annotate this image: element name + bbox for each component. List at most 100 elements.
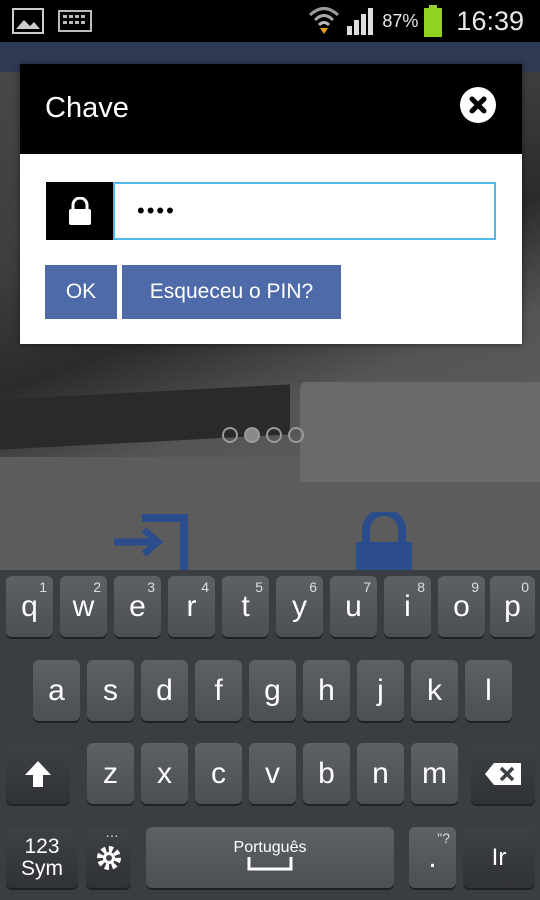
symbols-key-label-bottom: Sym <box>21 856 63 880</box>
carousel-dot[interactable] <box>266 427 282 443</box>
hero-laptop-shape <box>300 382 540 482</box>
battery-percent: 87% <box>382 10 419 31</box>
key-y[interactable]: 6y <box>276 576 323 637</box>
space-key[interactable]: Português <box>146 827 394 888</box>
key-label: v <box>265 756 280 790</box>
key-label: g <box>264 673 281 707</box>
key-r[interactable]: 4r <box>168 576 215 637</box>
more-hint: … <box>105 824 119 840</box>
carousel-dot[interactable] <box>288 427 304 443</box>
close-button[interactable] <box>460 87 496 123</box>
key-x[interactable]: x <box>141 743 188 804</box>
symbols-key[interactable]: 123 Sym <box>6 827 78 888</box>
battery-icon <box>424 5 443 37</box>
key-label: k <box>427 673 442 707</box>
wifi-icon <box>309 7 340 34</box>
pin-input[interactable] <box>113 182 496 240</box>
key-w[interactable]: 2w <box>60 576 107 637</box>
soft-keyboard: 1q 2w 3e 4r 5t 6y 7u 8i 9o 0p a s d f g … <box>0 570 540 900</box>
dialog-title: Chave <box>45 92 129 124</box>
key-label: o <box>453 589 470 623</box>
key-number-hint: 5 <box>255 579 263 595</box>
status-bar: 87% 16:39 <box>0 0 540 42</box>
key-g[interactable]: g <box>249 660 296 721</box>
key-z[interactable]: z <box>87 743 134 804</box>
space-bar-icon <box>247 856 293 870</box>
key-label: e <box>129 589 146 623</box>
pin-dialog: Chave OK Esqueceu o PIN? <box>20 64 522 344</box>
key-number-hint: 0 <box>521 579 529 595</box>
key-label: z <box>103 756 118 790</box>
key-t[interactable]: 5t <box>222 576 269 637</box>
image-icon <box>12 8 44 34</box>
key-label: s <box>103 673 118 707</box>
dialog-header: Chave <box>20 64 522 154</box>
lock-feature-icon[interactable] <box>352 512 416 572</box>
key-label: u <box>345 589 362 623</box>
period-hint: "? <box>437 830 450 846</box>
key-number-hint: 9 <box>471 579 479 595</box>
key-label: n <box>372 756 389 790</box>
key-u[interactable]: 7u <box>330 576 377 637</box>
key-m[interactable]: m <box>411 743 458 804</box>
key-label: j <box>377 673 384 707</box>
key-v[interactable]: v <box>249 743 296 804</box>
key-p[interactable]: 0p <box>490 576 535 637</box>
key-l[interactable]: l <box>465 660 512 721</box>
key-s[interactable]: s <box>87 660 134 721</box>
keyboard-icon <box>58 10 92 32</box>
shift-key[interactable] <box>6 743 70 804</box>
space-language-label: Português <box>233 838 307 856</box>
carousel-dot[interactable] <box>222 427 238 443</box>
forgot-pin-button[interactable]: Esqueceu o PIN? <box>122 265 341 319</box>
carousel-dots[interactable] <box>222 427 304 443</box>
pin-row <box>46 182 496 240</box>
key-number-hint: 2 <box>93 579 101 595</box>
go-key-label: Ir <box>491 843 507 871</box>
key-label: w <box>72 589 95 623</box>
shift-arrow-icon <box>25 760 51 787</box>
key-k[interactable]: k <box>411 660 458 721</box>
key-j[interactable]: j <box>357 660 404 721</box>
key-label: a <box>48 673 65 707</box>
key-h[interactable]: h <box>303 660 350 721</box>
login-icon[interactable] <box>112 512 188 572</box>
settings-key[interactable]: … <box>86 824 131 888</box>
key-n[interactable]: n <box>357 743 404 804</box>
key-label: m <box>422 756 447 790</box>
key-number-hint: 3 <box>147 579 155 595</box>
key-label: l <box>485 673 492 707</box>
key-o[interactable]: 9o <box>438 576 485 637</box>
key-number-hint: 6 <box>309 579 317 595</box>
key-number-hint: 7 <box>363 579 371 595</box>
key-number-hint: 8 <box>417 579 425 595</box>
lock-box <box>46 182 113 240</box>
key-label: r <box>186 589 197 623</box>
signal-icon <box>347 8 374 35</box>
backspace-key[interactable] <box>471 743 535 804</box>
key-i[interactable]: 8i <box>384 576 431 637</box>
carousel-dot[interactable] <box>244 427 260 443</box>
period-key[interactable]: "? . <box>409 827 456 888</box>
key-q[interactable]: 1q <box>6 576 53 637</box>
key-number-hint: 4 <box>201 579 209 595</box>
key-label: b <box>318 756 335 790</box>
backspace-icon <box>485 762 521 785</box>
key-b[interactable]: b <box>303 743 350 804</box>
key-number-hint: 1 <box>39 579 47 595</box>
gear-icon <box>96 845 121 870</box>
symbols-key-label-top: 123 <box>24 834 60 858</box>
key-e[interactable]: 3e <box>114 576 161 637</box>
key-d[interactable]: d <box>141 660 188 721</box>
key-label: c <box>211 756 226 790</box>
key-label: f <box>214 673 223 707</box>
key-c[interactable]: c <box>195 743 242 804</box>
close-icon <box>469 96 487 114</box>
key-f[interactable]: f <box>195 660 242 721</box>
key-a[interactable]: a <box>33 660 80 721</box>
key-label: t <box>241 589 250 623</box>
ok-button[interactable]: OK <box>45 265 117 319</box>
key-label: i <box>404 589 411 623</box>
key-label: h <box>318 673 335 707</box>
go-key[interactable]: Ir <box>463 827 535 888</box>
